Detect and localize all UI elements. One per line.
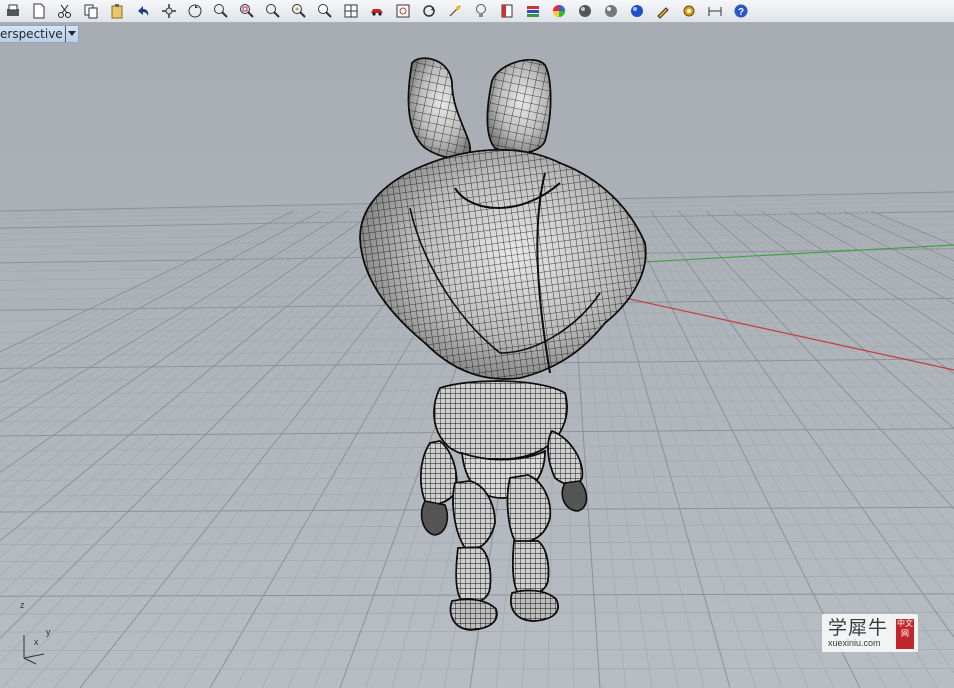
viewport-scene[interactable] [0, 23, 954, 688]
settings-sheet-button[interactable] [390, 0, 416, 22]
print-button[interactable] [0, 0, 26, 22]
z-axis-label: z [20, 600, 25, 610]
gear-button[interactable] [676, 0, 702, 22]
point-icon [449, 5, 461, 17]
circle-arrow-icon [423, 5, 435, 17]
watermark-seal: 中文网 [896, 619, 914, 649]
dimension-button[interactable] [702, 0, 728, 22]
rotate-view-icon [188, 4, 202, 18]
pan-button[interactable] [156, 0, 182, 22]
ghost-sphere-button[interactable] [598, 0, 624, 22]
cut-button[interactable] [52, 0, 78, 22]
watermark-logo: 学犀牛 xuexiniu.com 中文网 [822, 614, 918, 652]
render-sphere-icon [631, 5, 643, 17]
viewport-name: erspective [0, 27, 63, 41]
right-foot-wire [510, 589, 559, 622]
select-icon [318, 4, 332, 18]
zoom-selected-icon [292, 4, 306, 18]
pan-icon [162, 4, 176, 18]
zoom-window-icon [240, 4, 254, 18]
paste-button[interactable] [104, 0, 130, 22]
point-button[interactable] [442, 0, 468, 22]
x-axis-label: x [34, 637, 39, 647]
copy-button[interactable] [78, 0, 104, 22]
left-hand [420, 500, 449, 536]
viewport-tab[interactable]: erspective [0, 25, 79, 43]
layer-icon [501, 4, 513, 18]
settings-sheet-icon [396, 4, 410, 18]
viewport-title-bar: erspective [0, 25, 954, 43]
rotate-view-button[interactable] [182, 0, 208, 22]
shade-sphere-icon [579, 5, 591, 17]
light-bulb-icon [476, 4, 486, 17]
y-axis-label: y [46, 627, 51, 637]
help-icon: ? [734, 4, 748, 18]
new-file-icon [33, 3, 45, 19]
select-button[interactable] [312, 0, 338, 22]
svg-text:?: ? [738, 7, 744, 18]
help-button[interactable]: ? [728, 0, 754, 22]
grid-button[interactable] [338, 0, 364, 22]
undo-icon [138, 6, 149, 16]
zoom-icon [214, 4, 228, 18]
circle-arrow-button[interactable] [416, 0, 442, 22]
zoom-selected-button[interactable] [286, 0, 312, 22]
perspective-viewport[interactable] [0, 23, 954, 688]
shade-sphere-button[interactable] [572, 0, 598, 22]
car-render-icon [371, 9, 383, 16]
zoom-window-button[interactable] [234, 0, 260, 22]
watermark-url: xuexiniu.com [828, 638, 881, 648]
left-leg-lower-wire [455, 546, 492, 604]
gear-icon [683, 5, 695, 17]
zoom-extents-icon [266, 4, 280, 18]
render-sphere-button[interactable] [624, 0, 650, 22]
watermark-title: 学犀牛 [828, 617, 889, 639]
chevron-down-icon[interactable] [65, 26, 78, 42]
paste-icon [111, 4, 123, 19]
left-foot-wire [449, 598, 498, 631]
light-bulb-button[interactable] [468, 0, 494, 22]
cut-icon [58, 4, 71, 18]
zoom-button[interactable] [208, 0, 234, 22]
car-render-button[interactable] [364, 0, 390, 22]
grid-icon [344, 4, 358, 18]
right-leg-lower-wire [512, 540, 550, 596]
material-stack-icon [527, 6, 539, 17]
zoom-extents-button[interactable] [260, 0, 286, 22]
material-stack-button[interactable] [520, 0, 546, 22]
right-ear-wire [486, 59, 552, 155]
main-toolbar: ? [0, 0, 954, 23]
copy-icon [84, 4, 98, 19]
print-icon [7, 4, 19, 16]
color-wheel-button[interactable] [546, 0, 572, 22]
ghost-sphere-icon [605, 5, 617, 17]
undo-button[interactable] [130, 0, 156, 22]
dimension-icon [708, 7, 722, 16]
pencil-button[interactable] [650, 0, 676, 22]
color-wheel-icon [553, 5, 565, 17]
pencil-icon [657, 7, 669, 19]
layer-button[interactable] [494, 0, 520, 22]
new-file-button[interactable] [26, 0, 52, 22]
